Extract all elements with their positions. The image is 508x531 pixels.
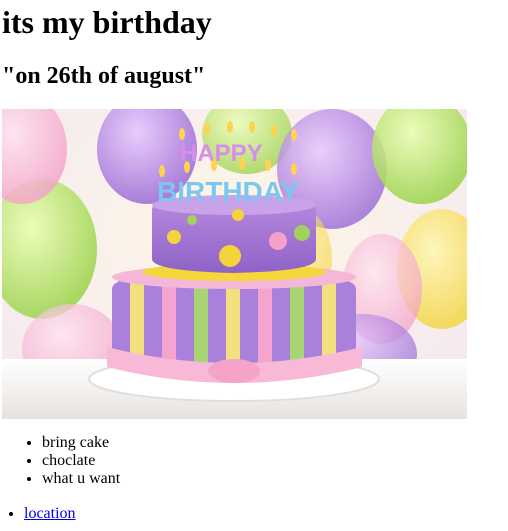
page: its my birthday "on 26th of august" HAPP… xyxy=(0,0,508,531)
list-item: what u want xyxy=(42,470,120,488)
list-item: choclate xyxy=(42,452,120,470)
cake-text-bottom: BIRTHDAY xyxy=(157,176,299,207)
page-title: its my birthday xyxy=(2,4,212,40)
list-item: bring cake xyxy=(42,434,120,452)
link-list-item: location xyxy=(24,505,76,523)
link-list: location xyxy=(2,505,76,523)
birthday-cake-image: HAPPY BIRTHDAY xyxy=(2,109,467,419)
invite-list: bring cake choclate what u want xyxy=(2,434,120,488)
location-link[interactable]: location xyxy=(24,505,76,522)
cake-text-top: HAPPY xyxy=(180,140,263,167)
page-subtitle: "on 26th of august" xyxy=(2,63,206,89)
